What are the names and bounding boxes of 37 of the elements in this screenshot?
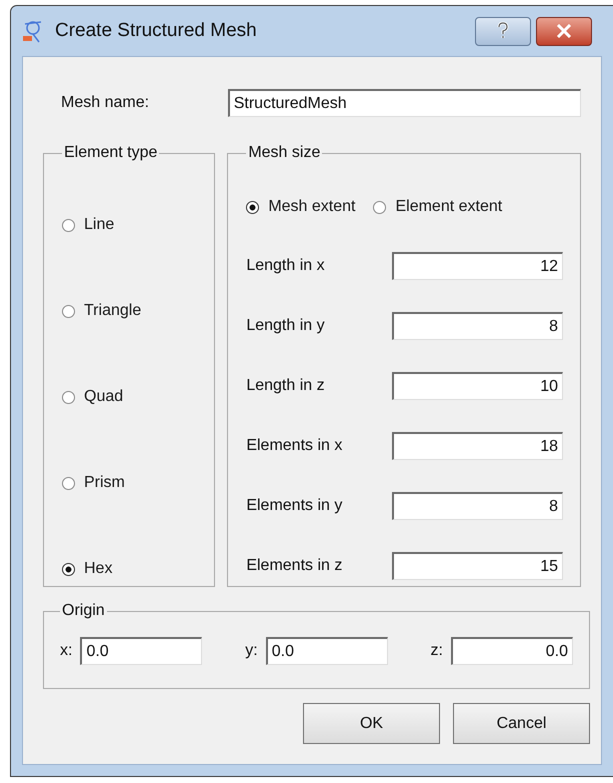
field-label: Elements in x [246, 436, 342, 456]
close-icon [556, 24, 572, 38]
field-label: Mesh name: [60, 93, 150, 113]
help-icon [497, 22, 509, 40]
help-button[interactable] [475, 16, 531, 46]
field-label: Elements in z [246, 556, 342, 576]
radio-button[interactable]: Prism [62, 471, 196, 495]
radio-button[interactable]: Hex [62, 557, 196, 581]
coordinate-field[interactable]: 0.0 [266, 637, 388, 665]
mesh-name-field[interactable]: StructuredMesh [228, 89, 581, 117]
number-field[interactable]: 15 [392, 552, 563, 580]
number-field[interactable]: 8 [392, 312, 563, 340]
field-label: Elements in y [246, 496, 342, 516]
group-title: Mesh size [247, 143, 322, 163]
number-field[interactable]: 18 [392, 432, 563, 460]
number-field[interactable]: 8 [392, 492, 563, 520]
radio-button[interactable]: Line [62, 213, 196, 237]
coordinate-field[interactable]: 0.0 [450, 637, 573, 665]
field-label: Length in z [246, 376, 325, 396]
window-title: Create Structured Mesh [55, 18, 257, 43]
group-title: Element type [63, 143, 158, 163]
field-label: Length in y [246, 316, 325, 336]
radio-button[interactable]: Quad [62, 385, 196, 409]
field-label: z: [430, 641, 443, 661]
field-label: x: [60, 641, 72, 661]
coordinate-field[interactable]: 0.0 [80, 637, 202, 665]
number-field[interactable]: 12 [392, 252, 563, 280]
radio-button[interactable]: Element extent [373, 195, 502, 219]
radio-button[interactable]: Triangle [62, 299, 196, 323]
field-label: y: [245, 641, 258, 661]
close-button[interactable] [536, 16, 592, 46]
dialog-button[interactable]: Cancel [453, 703, 590, 744]
dialog-button[interactable]: OK [303, 703, 440, 744]
number-field[interactable]: 10 [392, 372, 563, 400]
radio-button[interactable]: Mesh extent [246, 195, 356, 219]
group-title: Origin [61, 601, 106, 621]
field-label: Length in x [246, 256, 325, 276]
